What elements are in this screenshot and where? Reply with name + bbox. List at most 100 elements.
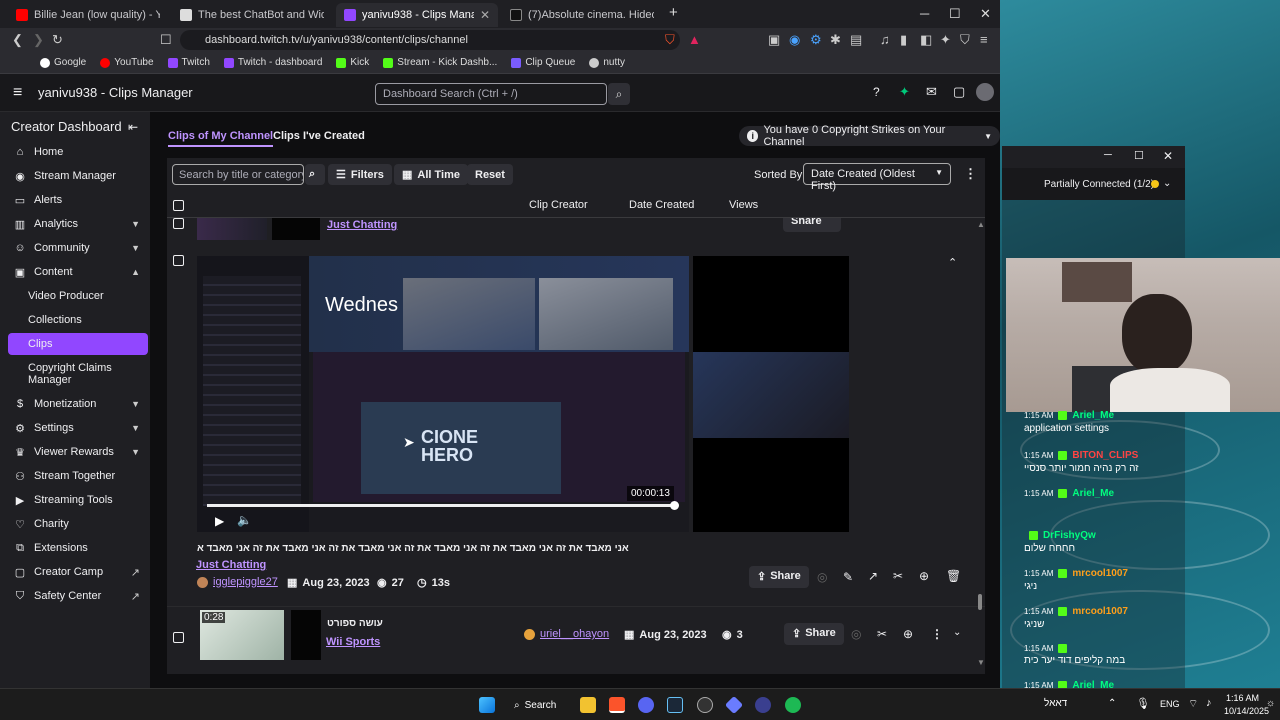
clock-time[interactable]: 1:16 AM <box>1226 693 1259 703</box>
browser-tab-active[interactable]: yanivu938 - Clips Manager - Twi ✕ <box>336 3 498 27</box>
share-button[interactable]: ⇪ Share <box>749 566 809 588</box>
tab-clips-ive-created[interactable]: Clips I've Created <box>273 130 365 142</box>
help-icon[interactable]: ? <box>873 85 880 99</box>
brave-browser-icon[interactable] <box>609 697 625 713</box>
row-checkbox[interactable] <box>173 632 184 643</box>
scrollbar[interactable]: ▲ ▼ <box>977 220 985 668</box>
maximize-icon[interactable]: ☐ <box>1134 149 1144 162</box>
table-row[interactable]: Just Chatting Share <box>167 218 985 242</box>
avatar[interactable] <box>976 83 994 101</box>
play-icon[interactable]: ▶ <box>215 514 224 528</box>
all-time-button[interactable]: ▦ All Time <box>394 164 468 185</box>
select-all-checkbox[interactable] <box>173 200 184 211</box>
column-date-created[interactable]: Date Created <box>629 199 694 211</box>
chat-username[interactable]: mrcool1007 <box>1072 606 1128 617</box>
sidebar-item-stream-manager[interactable]: ◉ Stream Manager <box>8 165 148 187</box>
maximize-icon[interactable]: ☐ <box>949 6 961 22</box>
clip-category-link[interactable]: Wii Sports <box>326 636 380 648</box>
edit-clip-icon[interactable]: ✂ <box>893 569 903 583</box>
taskbar-search[interactable]: ⌕ Search <box>508 694 566 716</box>
pin-icon[interactable]: ✎ <box>843 570 853 584</box>
column-clip-creator[interactable]: Clip Creator <box>529 199 588 211</box>
sidebar-item-home[interactable]: ⌂ Home <box>8 141 148 163</box>
chevron-up-icon[interactable]: ⌃ <box>1108 698 1116 709</box>
browser-tab[interactable]: (7)Absolute cinema. Hideo Kojima sh <box>502 3 662 27</box>
clip-thumbnail[interactable] <box>197 218 267 240</box>
sparkle-icon[interactable]: ✦ <box>899 84 910 100</box>
collapse-sidebar-icon[interactable]: ⇤ <box>128 120 138 134</box>
chat-username[interactable]: BITON_CLIPS <box>1072 450 1138 461</box>
copyright-strikes-notice[interactable]: i You have 0 Copyright Strikes on Your C… <box>739 124 1000 148</box>
video-progress-bar[interactable] <box>207 501 679 510</box>
volume-icon[interactable]: ♪ <box>1206 697 1212 709</box>
sidebar-item-alerts[interactable]: ▭ Alerts <box>8 189 148 211</box>
clip-video-player[interactable]: Wednes CIONE HERO 00:00:13 ▶ 🔈 <box>197 256 689 532</box>
chat-username[interactable]: mrcool1007 <box>1072 568 1128 579</box>
add-icon[interactable]: ⊕ <box>919 569 929 583</box>
scroll-up-icon[interactable]: ▲ <box>977 220 985 229</box>
reload-icon[interactable]: ↻ <box>52 32 63 48</box>
filters-button[interactable]: ☰ Filters <box>328 164 392 185</box>
inbox-icon[interactable]: ✉ <box>926 84 937 100</box>
forward-icon[interactable]: ❯ <box>33 32 44 48</box>
creator-link[interactable]: uriel__ohayon <box>540 628 609 640</box>
external-link-icon[interactable]: ↗ <box>868 569 878 583</box>
edit-clip-icon[interactable]: ✂ <box>877 627 887 641</box>
sidebar-item-charity[interactable]: ♡ Charity <box>8 513 148 535</box>
sort-select[interactable]: Date Created (Oldest First) ▼ <box>803 163 951 192</box>
highlight-icon[interactable]: ◎ <box>817 570 827 584</box>
rewards-triangle-icon[interactable]: ▲ <box>688 32 701 47</box>
chat-username[interactable]: Ariel_Me <box>1072 410 1114 421</box>
discord-icon[interactable] <box>638 697 654 713</box>
sidebar-item-viewer-rewards[interactable]: ♛ Viewer Rewards ▼ <box>8 441 148 463</box>
address-bar[interactable]: dashboard.twitch.tv/u/yanivu938/content/… <box>180 30 680 50</box>
dashboard-search-input[interactable]: Dashboard Search (Ctrl + /) <box>375 83 607 105</box>
sidebar-item-settings[interactable]: ⚙ Settings ▼ <box>8 417 148 439</box>
tab-clips-of-my-channel[interactable]: Clips of My Channel <box>168 130 274 147</box>
language-code[interactable]: ENG <box>1160 699 1180 709</box>
new-tab-icon[interactable]: + <box>669 4 678 21</box>
search-icon[interactable]: ⌕ <box>305 164 325 185</box>
microphone-icon[interactable]: 🎙 <box>1136 697 1150 710</box>
chat-username[interactable]: Ariel_Me <box>1072 488 1114 499</box>
more-options-icon[interactable]: ⋮ <box>931 627 943 641</box>
volume-icon[interactable]: 🔈 <box>237 513 252 527</box>
hamburger-menu-icon[interactable]: ≡ <box>13 84 22 102</box>
file-explorer-icon[interactable] <box>580 697 596 713</box>
scrollbar-thumb[interactable] <box>978 594 982 610</box>
highlight-icon[interactable]: ◎ <box>851 627 861 641</box>
clock-date[interactable]: 10/14/2025 <box>1224 706 1269 716</box>
sidebar-item-analytics[interactable]: ▥ Analytics ▼ <box>8 213 148 235</box>
more-options-icon[interactable]: ⋮ <box>964 166 977 182</box>
sidebar-item-clips[interactable]: Clips <box>8 333 148 355</box>
wifi-icon[interactable]: ⌔ <box>1188 697 1198 711</box>
bookmark-item[interactable]: YouTube <box>100 57 154 68</box>
sidebar-item-monetization[interactable]: $ Monetization ▼ <box>8 393 148 415</box>
notification-icon[interactable]: ☼ <box>1266 698 1275 709</box>
sidebar-item-streaming-tools[interactable]: ▶ Streaming Tools <box>8 489 148 511</box>
brave-shield-icon[interactable]: ⛉ <box>665 32 675 48</box>
row-checkbox[interactable] <box>173 255 184 266</box>
sidebar-item-extensions[interactable]: ⧉ Extensions <box>8 537 148 559</box>
row-checkbox[interactable] <box>173 218 184 229</box>
bookmark-icon[interactable]: ☐ <box>160 32 172 48</box>
sidebar-item-video-producer[interactable]: Video Producer <box>8 285 148 307</box>
bookmark-item[interactable]: Kick <box>336 57 369 68</box>
clip-thumbnail[interactable]: 0:28 <box>200 610 284 660</box>
extension-icon[interactable]: ◉ <box>789 32 800 48</box>
app-icon[interactable] <box>755 697 771 713</box>
bookmark-item[interactable]: Stream - Kick Dashb... <box>383 57 497 68</box>
chevron-down-icon[interactable]: ⌄ <box>1163 178 1171 189</box>
sidebar-item-copyright-claims[interactable]: Copyright Claims Manager <box>8 359 148 389</box>
share-button[interactable]: Share <box>783 218 841 232</box>
delete-icon[interactable]: 🗑 <box>946 569 961 583</box>
browser-tab[interactable]: Billie Jean (low quality) - YouTube <box>8 3 168 27</box>
search-icon[interactable]: ⌕ <box>608 83 630 105</box>
app-icon[interactable] <box>724 695 744 715</box>
scroll-down-icon[interactable]: ▼ <box>977 658 985 667</box>
back-icon[interactable]: ❮ <box>12 32 23 48</box>
reset-button[interactable]: Reset <box>467 164 513 185</box>
clip-category-link[interactable]: Just Chatting <box>327 219 397 231</box>
close-tab-icon[interactable]: ✕ <box>480 8 490 22</box>
chevron-up-icon[interactable]: ⌃ <box>948 256 957 269</box>
